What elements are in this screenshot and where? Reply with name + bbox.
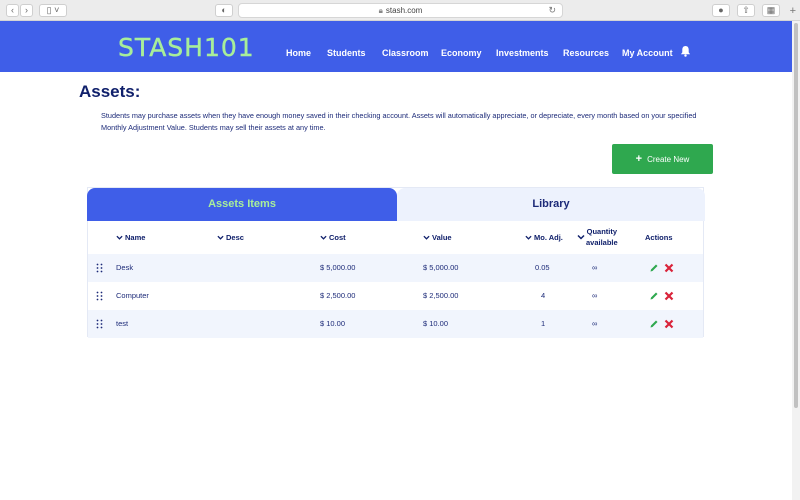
table-row: Desk $ 5,000.00 $ 5,000.00 0.05 ∞ <box>88 254 703 282</box>
column-header-name[interactable]: Name <box>116 233 145 242</box>
tab-assets-items[interactable]: Assets Items <box>87 188 397 221</box>
cell-quantity: ∞ <box>592 263 598 272</box>
nav-economy[interactable]: Economy <box>441 48 482 58</box>
table-row: test $ 10.00 $ 10.00 1 ∞ <box>88 310 703 338</box>
chevron-down-icon <box>217 235 224 240</box>
assets-card: Assets Items Library Name Desc Cost Valu… <box>87 187 705 338</box>
cell-cost: $ 10.00 <box>320 319 346 328</box>
cell-value: $ 10.00 <box>423 319 449 328</box>
nav-my-account[interactable]: My Account <box>622 48 673 58</box>
nav-home[interactable]: Home <box>286 48 311 58</box>
url-text: stash.com <box>385 6 423 15</box>
column-header-value[interactable]: Value <box>423 233 452 242</box>
cell-name: Desk <box>116 263 134 272</box>
cell-quantity: ∞ <box>592 291 598 300</box>
edit-pencil-icon[interactable] <box>649 319 659 329</box>
logo[interactable]: STASH101 <box>118 33 255 62</box>
cell-mo-adj: 1 <box>541 319 546 328</box>
column-header-quantity[interactable]: Quantity available <box>586 226 618 248</box>
reader-icon[interactable]: ◐ <box>215 4 233 17</box>
nav-classroom[interactable]: Classroom <box>382 48 429 58</box>
download-icon[interactable]: ● <box>712 4 730 17</box>
cell-name: Computer <box>116 291 149 300</box>
drag-handle-icon[interactable] <box>96 263 103 273</box>
column-header-desc[interactable]: Desc <box>217 233 244 242</box>
forward-button[interactable]: › <box>20 4 33 17</box>
nav-students[interactable]: Students <box>327 48 366 58</box>
column-header-mo-adj[interactable]: Mo. Adj. <box>525 233 563 242</box>
scrollbar-thumb[interactable] <box>794 23 798 408</box>
cell-cost: $ 5,000.00 <box>320 263 356 272</box>
chevron-down-icon <box>423 235 430 240</box>
cell-cost: $ 2,500.00 <box>320 291 356 300</box>
edit-pencil-icon[interactable] <box>649 263 659 273</box>
delete-x-icon[interactable] <box>664 319 674 329</box>
edit-pencil-icon[interactable] <box>649 291 659 301</box>
reload-icon[interactable]: ↻ <box>548 4 556 17</box>
page-scrollbar[interactable] <box>792 21 800 500</box>
cell-value: $ 5,000.00 <box>423 263 459 272</box>
column-header-actions: Actions <box>645 233 673 242</box>
nav-investments[interactable]: Investments <box>496 48 549 58</box>
table-row: Computer $ 2,500.00 $ 2,500.00 4 ∞ <box>88 282 703 310</box>
cell-quantity: ∞ <box>592 319 598 328</box>
lock-icon: 🔒︎ <box>378 6 383 15</box>
nav-resources[interactable]: Resources <box>563 48 609 58</box>
page-title: Assets: <box>79 82 141 101</box>
create-new-button[interactable]: + Create New <box>612 144 713 174</box>
tab-library[interactable]: Library <box>397 188 705 221</box>
tabs-overview-icon[interactable]: ▦ <box>762 4 780 17</box>
sidebar-toggle-button[interactable]: ▯ ˅ <box>39 4 67 17</box>
cell-mo-adj: 0.05 <box>535 263 550 272</box>
chevron-down-icon[interactable] <box>577 233 585 241</box>
page-description: Students may purchase assets when they h… <box>101 111 697 132</box>
cell-mo-adj: 4 <box>541 291 546 300</box>
drag-handle-icon[interactable] <box>96 319 103 329</box>
chevron-down-icon <box>320 235 327 240</box>
chevron-down-icon <box>116 235 123 240</box>
create-new-label: Create New <box>647 155 690 164</box>
delete-x-icon[interactable] <box>664 291 674 301</box>
top-navigation: STASH101 Home Students Classroom Economy… <box>0 21 792 72</box>
address-bar[interactable]: 🔒︎ stash.com ↻ <box>238 3 563 18</box>
share-icon[interactable]: ⇧ <box>737 4 755 17</box>
cell-name: test <box>116 319 129 328</box>
delete-x-icon[interactable] <box>664 263 674 273</box>
browser-toolbar: ‹ › ▯ ˅ ◐ 🔒︎ stash.com ↻ ● ⇧ ▦ + <box>0 0 800 21</box>
cell-value: $ 2,500.00 <box>423 291 459 300</box>
chevron-down-icon <box>525 235 532 240</box>
column-header-cost[interactable]: Cost <box>320 233 346 242</box>
back-button[interactable]: ‹ <box>6 4 19 17</box>
bell-icon[interactable] <box>680 45 691 57</box>
new-tab-icon[interactable]: + <box>790 5 796 17</box>
drag-handle-icon[interactable] <box>96 291 103 301</box>
plus-icon: + <box>635 153 643 165</box>
